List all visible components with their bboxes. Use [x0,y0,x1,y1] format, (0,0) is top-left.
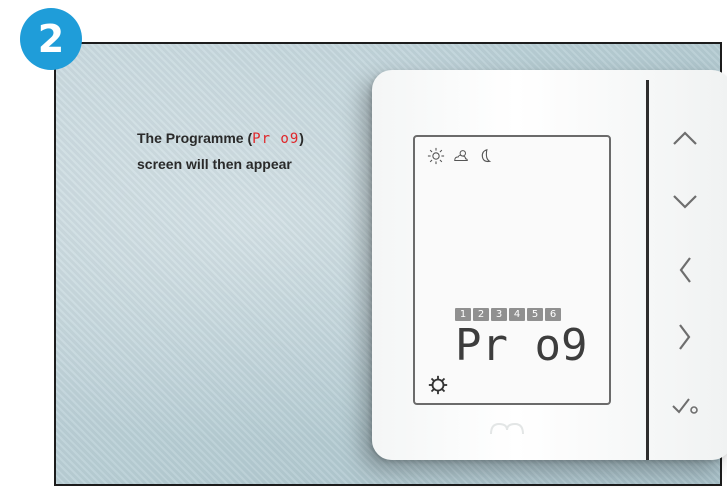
program-display: Pr o9 [455,320,588,371]
caption-line-2: screen will then appear [137,156,292,172]
panel-divider [646,80,649,460]
sun-icon [427,147,445,165]
right-button[interactable] [670,322,700,352]
step-badge: 2 [20,8,82,70]
lcd-screen: 1 2 3 4 5 6 Pr o9 [413,135,611,405]
down-button[interactable] [670,185,700,215]
chevron-right-icon [679,324,691,350]
partly-cloudy-icon [454,150,468,161]
chevron-down-icon [673,195,697,209]
thermostat-device: 1 2 3 4 5 6 Pr o9 [372,70,727,460]
logo-mark-icon [490,422,524,435]
program-code: Pr o9 [252,131,300,147]
confirm-button[interactable] [670,391,700,421]
step-number: 2 [37,17,65,61]
chevron-up-icon [673,131,697,145]
moon-icon [481,148,492,163]
up-button[interactable] [670,124,700,154]
instruction-caption: The Programme (Pr o9) screen will then a… [137,126,304,177]
checkmark-icon [672,398,698,414]
weather-icons [427,147,495,165]
chevron-left-icon [679,257,691,283]
left-button[interactable] [670,255,700,285]
gear-icon [428,375,448,395]
caption-line-1: The Programme (Pr o9) [137,130,304,147]
